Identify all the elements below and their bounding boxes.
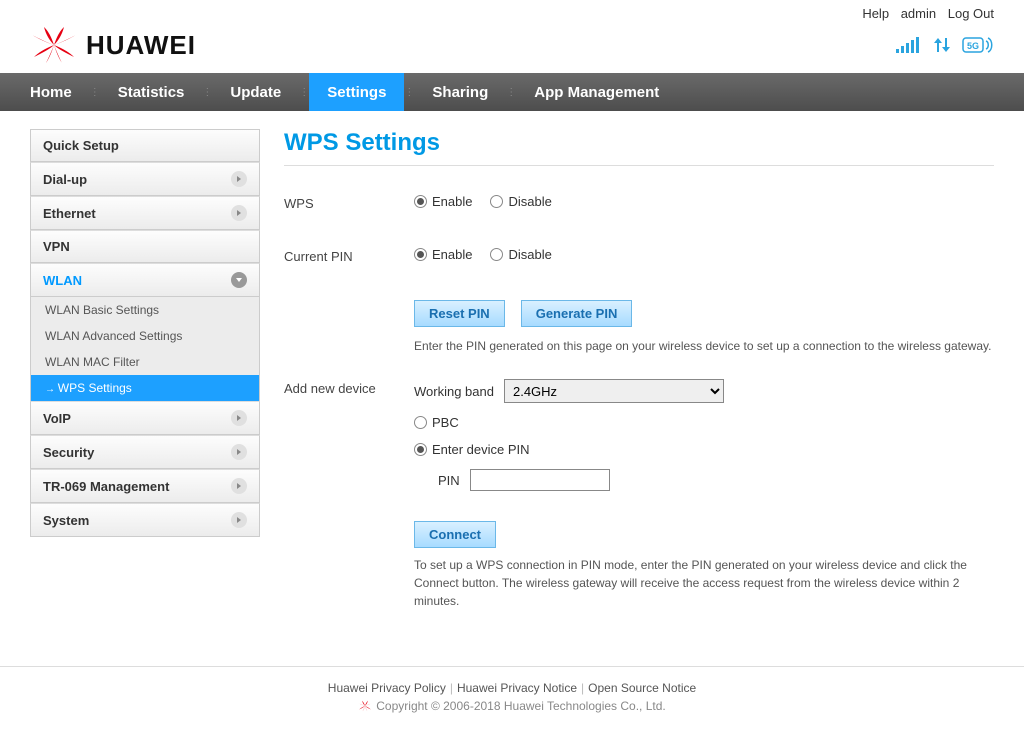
huawei-flower-icon	[358, 699, 372, 713]
enter-pin-radio[interactable]: Enter device PIN	[414, 442, 530, 457]
sidebar-item-label: Dial-up	[43, 172, 87, 187]
sidebar-subitem-wlan-advanced-settings[interactable]: WLAN Advanced Settings	[31, 323, 259, 349]
sidebar-item-wlan[interactable]: WLAN	[30, 263, 260, 297]
logout-link[interactable]: Log Out	[948, 6, 994, 21]
current-pin-label: Current PIN	[284, 247, 414, 264]
chevron-right-icon	[231, 410, 247, 426]
footer-link-huawei-privacy-notice[interactable]: Huawei Privacy Notice	[457, 681, 577, 695]
sidebar-item-tr-069-management[interactable]: TR-069 Management	[30, 469, 260, 503]
footer-separator: |	[450, 681, 453, 695]
brand-text: HUAWEI	[86, 30, 196, 61]
chevron-right-icon	[231, 171, 247, 187]
5g-wifi-icon: 5G	[962, 35, 994, 55]
nav-separator: ⋮	[506, 87, 516, 98]
sidebar-item-label: WLAN	[43, 273, 82, 288]
nav-app-management[interactable]: App Management	[516, 73, 677, 111]
connect-hint-text: To set up a WPS connection in PIN mode, …	[414, 556, 994, 610]
svg-text:5G: 5G	[967, 41, 979, 51]
footer: Huawei Privacy Policy | Huawei Privacy Not…	[0, 666, 1024, 729]
help-link[interactable]: Help	[862, 6, 889, 21]
sidebar-item-label: TR-069 Management	[43, 479, 169, 494]
signal-bars-icon	[896, 35, 922, 55]
sidebar-item-vpn[interactable]: VPN	[30, 230, 260, 263]
pbc-radio[interactable]: PBC	[414, 415, 459, 430]
pin-field-label: PIN	[438, 473, 460, 488]
nav-update[interactable]: Update	[212, 73, 299, 111]
enable-label: Enable	[432, 194, 472, 209]
enter-pin-label: Enter device PIN	[432, 442, 530, 457]
disable-label: Disable	[508, 194, 551, 209]
pin-input[interactable]	[470, 469, 610, 491]
nav-statistics[interactable]: Statistics	[100, 73, 203, 111]
wps-label: WPS	[284, 194, 414, 211]
connect-button[interactable]: Connect	[414, 521, 496, 548]
footer-separator: |	[581, 681, 584, 695]
reset-pin-button[interactable]: Reset PIN	[414, 300, 505, 327]
status-icons: 5G	[896, 35, 994, 55]
sidebar: Quick Setup Dial-up Ethernet VPN WLAN WLAN Ba…	[30, 129, 260, 646]
sidebar-item-ethernet[interactable]: Ethernet	[30, 196, 260, 230]
nav-separator: ⋮	[404, 87, 414, 98]
sidebar-item-voip[interactable]: VoIP	[30, 401, 260, 435]
nav-settings[interactable]: Settings	[309, 73, 404, 111]
sidebar-item-security[interactable]: Security	[30, 435, 260, 469]
nav-sharing[interactable]: Sharing	[414, 73, 506, 111]
sidebar-item-system[interactable]: System	[30, 503, 260, 537]
main-content: WPS Settings WPS Enable Disable Current …	[284, 129, 994, 646]
sidebar-item-label: Security	[43, 445, 94, 460]
pin-hint-text: Enter the PIN generated on this page on …	[414, 337, 994, 355]
add-device-label: Add new device	[284, 379, 414, 396]
nav-home[interactable]: Home	[12, 73, 90, 111]
curpin-disable-radio[interactable]: Disable	[490, 247, 551, 262]
wps-radio-group: Enable Disable	[414, 194, 994, 209]
sidebar-item-label: Ethernet	[43, 206, 96, 221]
sidebar-item-label: System	[43, 513, 89, 528]
curpin-enable-radio[interactable]: Enable	[414, 247, 472, 262]
footer-link-huawei-privacy-policy[interactable]: Huawei Privacy Policy	[328, 681, 446, 695]
disable-label: Disable	[508, 247, 551, 262]
user-link[interactable]: admin	[901, 6, 936, 21]
topbar: Help admin Log Out	[0, 0, 1024, 25]
sidebar-item-label: VoIP	[43, 411, 71, 426]
wps-disable-radio[interactable]: Disable	[490, 194, 551, 209]
sidebar-item-label: Quick Setup	[43, 138, 119, 153]
pbc-label: PBC	[432, 415, 459, 430]
nav-separator: ⋮	[299, 87, 309, 98]
sidebar-item-quick-setup[interactable]: Quick Setup	[30, 129, 260, 162]
chevron-down-icon	[231, 272, 247, 288]
sidebar-sublist: WLAN Basic SettingsWLAN Advanced Setting…	[30, 297, 260, 401]
copyright-text: Copyright © 2006-2018 Huawei Technologie…	[376, 699, 665, 713]
sidebar-subitem-wps-settings[interactable]: WPS Settings	[31, 375, 259, 401]
footer-link-open-source-notice[interactable]: Open Source Notice	[588, 681, 696, 695]
brand-logo: HUAWEI	[30, 25, 196, 65]
updown-arrows-icon	[932, 35, 952, 55]
current-pin-radio-group: Enable Disable	[414, 247, 994, 262]
main-nav: Home⋮Statistics⋮Update⋮Settings⋮Sharing⋮…	[0, 73, 1024, 111]
huawei-flower-icon	[30, 25, 78, 65]
page-title: WPS Settings	[284, 129, 994, 166]
nav-separator: ⋮	[90, 87, 100, 98]
sidebar-subitem-wlan-mac-filter[interactable]: WLAN MAC Filter	[31, 349, 259, 375]
chevron-right-icon	[231, 478, 247, 494]
chevron-right-icon	[231, 444, 247, 460]
wps-enable-radio[interactable]: Enable	[414, 194, 472, 209]
sidebar-subitem-wlan-basic-settings[interactable]: WLAN Basic Settings	[31, 297, 259, 323]
working-band-label: Working band	[414, 384, 494, 399]
working-band-select[interactable]: 2.4GHz	[504, 379, 724, 403]
chevron-right-icon	[231, 512, 247, 528]
enable-label: Enable	[432, 247, 472, 262]
chevron-right-icon	[231, 205, 247, 221]
sidebar-item-label: VPN	[43, 239, 70, 254]
generate-pin-button[interactable]: Generate PIN	[521, 300, 633, 327]
nav-separator: ⋮	[202, 87, 212, 98]
sidebar-item-dial-up[interactable]: Dial-up	[30, 162, 260, 196]
